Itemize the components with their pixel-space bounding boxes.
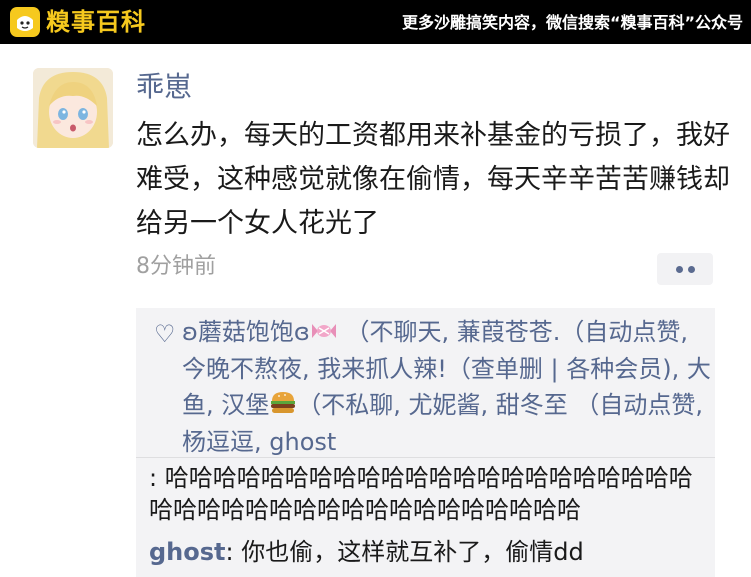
avatar[interactable]: [33, 68, 113, 148]
comment-item[interactable]: ghost: 你也偷，这样就互补了，偷情dd: [149, 536, 709, 568]
like-user[interactable]: ʚ蘑菇饱饱ɞ: [182, 318, 310, 346]
candy-emoji-icon: [311, 324, 336, 338]
likes-list[interactable]: ʚ蘑菇饱饱ɞ （不聊天, 蒹葭苍苍.（自动点赞, 今晚不熬夜, 我来抓人辣!（查…: [182, 314, 712, 460]
commenter-name[interactable]: ghost: [149, 538, 226, 566]
post-content: 怎么办，每天的工资都用来补基金的亏损了，我好难受，这种感觉就像在偷情，每天辛辛苦…: [136, 120, 730, 239]
top-banner: 糗事百科 更多沙雕搞笑内容，微信搜索“糗事百科”公众号: [0, 0, 751, 44]
heart-icon: ♡: [154, 320, 176, 348]
burger-emoji-icon: [271, 392, 296, 413]
banner-slogan: 更多沙雕搞笑内容，微信搜索“糗事百科”公众号: [401, 13, 743, 32]
comment-text: : 你也偷，这样就互补了，偷情dd: [225, 538, 584, 566]
logo-face-icon: [10, 7, 40, 37]
post-time: 8分钟前: [136, 254, 216, 279]
post-username[interactable]: 乖崽: [136, 67, 192, 107]
more-dots-icon: [688, 266, 695, 273]
logo-text: 糗事百科: [46, 8, 146, 36]
comment-text: : 哈哈哈哈哈哈哈哈哈哈哈哈哈哈哈哈哈哈哈哈哈哈哈哈哈哈哈哈哈哈哈哈哈哈哈哈哈哈…: [149, 464, 693, 524]
more-options-button[interactable]: [657, 253, 713, 285]
more-dots-icon: [676, 266, 683, 273]
comment-item[interactable]: : 哈哈哈哈哈哈哈哈哈哈哈哈哈哈哈哈哈哈哈哈哈哈哈哈哈哈哈哈哈哈哈哈哈哈哈哈哈哈…: [149, 462, 709, 526]
